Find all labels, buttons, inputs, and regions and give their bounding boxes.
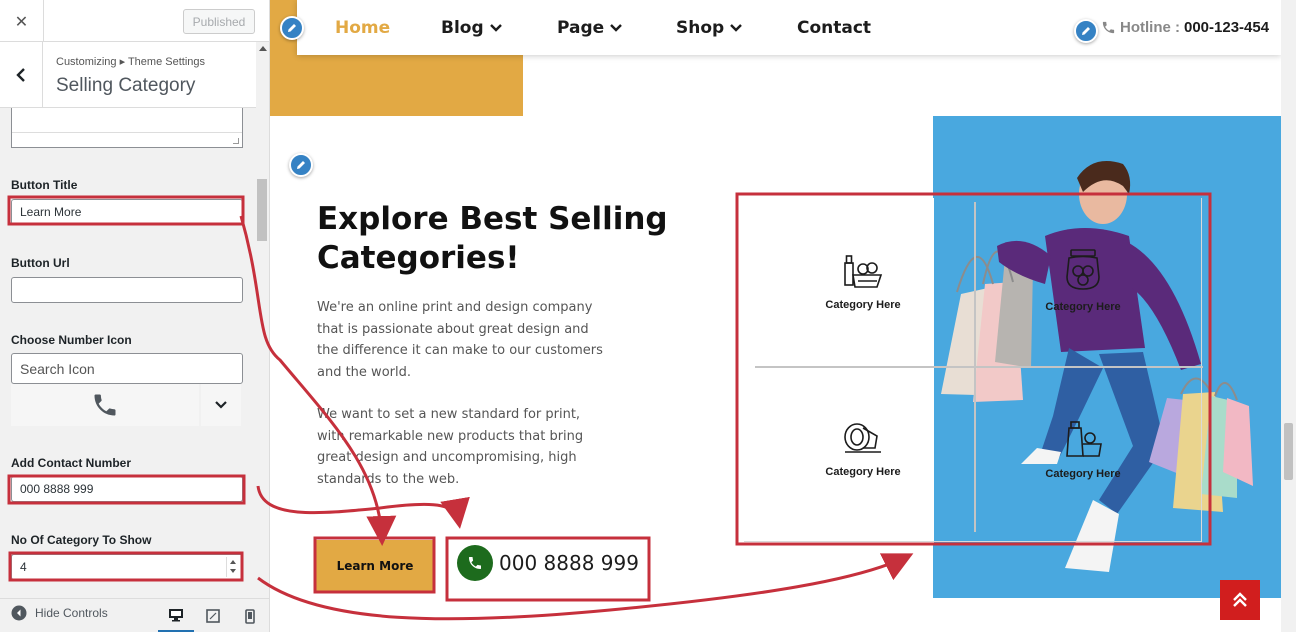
icon-search-input[interactable]: Search Icon xyxy=(11,353,243,384)
collapse-arrow-icon xyxy=(11,605,27,621)
chevron-down-icon xyxy=(489,24,502,32)
selected-icon-preview[interactable] xyxy=(11,384,199,426)
phone-icon xyxy=(1102,21,1115,34)
chevron-down-icon xyxy=(610,24,623,32)
button-title-label: Button Title xyxy=(11,178,78,192)
button-title-input[interactable]: Learn More xyxy=(11,199,243,225)
chevron-down-icon xyxy=(730,24,743,32)
mobile-icon xyxy=(245,608,255,624)
scrollbar-thumb[interactable] xyxy=(257,179,267,241)
sidebar-scrollbar[interactable] xyxy=(256,42,269,598)
section-title: Selling Category xyxy=(56,75,196,96)
category-count-input[interactable]: 4 xyxy=(11,554,243,580)
hide-controls-label: Hide Controls xyxy=(35,606,108,620)
preview-tablet-button[interactable] xyxy=(195,599,231,632)
hide-controls-button[interactable]: Hide Controls xyxy=(11,605,108,621)
grocery-basket-icon xyxy=(844,255,883,288)
section-header: Customizing ▸ Theme Settings Selling Cat… xyxy=(0,42,256,108)
customizer-footer: Hide Controls xyxy=(0,598,269,632)
contact-number-input[interactable]: 000 8888 999 xyxy=(11,476,243,502)
category-item[interactable]: Category Here xyxy=(773,251,953,311)
site-preview: Home Blog Page Shop Contact Hotline : 00… xyxy=(270,0,1281,632)
contact-number-block[interactable]: 000 8888 999 xyxy=(457,545,639,581)
hotline-label: Hotline : xyxy=(1120,19,1180,36)
category-item[interactable]: Category Here xyxy=(993,247,1173,313)
button-url-input[interactable] xyxy=(11,277,243,303)
phone-icon xyxy=(457,545,493,581)
nav-item-contact[interactable]: Contact xyxy=(797,18,871,38)
category-item[interactable]: Category Here xyxy=(993,420,1173,480)
number-icon-label: Choose Number Icon xyxy=(11,333,132,347)
edit-shortcut-pencil-icon[interactable] xyxy=(280,16,304,40)
close-customizer-button[interactable]: ✕ xyxy=(0,0,44,42)
edit-shortcut-pencil-icon[interactable] xyxy=(1074,19,1098,43)
main-navigation: Home Blog Page Shop Contact Hotline : 00… xyxy=(297,0,1281,55)
back-button[interactable] xyxy=(0,42,43,108)
breadcrumb: Customizing ▸ Theme Settings xyxy=(56,56,205,68)
preview-mobile-button[interactable] xyxy=(232,599,268,632)
nav-item-page[interactable]: Page xyxy=(557,18,623,38)
category-count-value: 4 xyxy=(20,560,27,574)
nav-item-blog[interactable]: Blog xyxy=(441,18,502,38)
tablet-icon xyxy=(206,609,220,623)
scroll-up-arrow[interactable] xyxy=(259,46,267,51)
resize-handle[interactable] xyxy=(233,138,239,144)
contact-number-text: 000 8888 999 xyxy=(499,551,639,575)
nav-item-shop[interactable]: Shop xyxy=(676,18,743,38)
section-heading: Explore Best Selling Categories! xyxy=(317,201,668,276)
phone-icon xyxy=(94,394,116,416)
bottle-icon xyxy=(1066,421,1102,457)
nav-item-home[interactable]: Home xyxy=(335,18,390,38)
icon-dropdown-toggle[interactable] xyxy=(201,384,241,426)
icon-picker xyxy=(11,384,241,426)
number-spinner[interactable] xyxy=(226,557,238,577)
category-grid-divider-horizontal xyxy=(755,366,1203,368)
published-button[interactable]: Published xyxy=(183,9,255,34)
learn-more-button[interactable]: Learn More xyxy=(316,540,434,592)
customizer-sidebar: ✕ Published Customizing ▸ Theme Settings… xyxy=(0,0,270,632)
scrollbar-thumb[interactable] xyxy=(1284,423,1293,480)
chevron-down-icon xyxy=(215,401,227,409)
contact-number-label: Add Contact Number xyxy=(11,456,131,470)
category-item[interactable]: Category Here xyxy=(773,420,953,478)
meat-icon xyxy=(844,423,881,453)
hotline[interactable]: Hotline : 000-123-454 xyxy=(1101,19,1269,36)
close-icon: ✕ xyxy=(14,11,29,31)
section-paragraph-1: We're an online print and design company… xyxy=(317,300,603,381)
description-textarea[interactable] xyxy=(11,108,243,148)
preview-desktop-button[interactable] xyxy=(158,599,194,632)
jar-icon xyxy=(1066,249,1100,290)
edit-shortcut-pencil-icon[interactable] xyxy=(289,153,313,177)
customizer-header-bar: ✕ Published xyxy=(0,0,269,42)
section-paragraph-2: We want to set a new standard for print,… xyxy=(317,407,584,488)
double-chevron-up-icon xyxy=(1233,592,1247,607)
desktop-icon xyxy=(169,608,183,621)
category-count-label: No Of Category To Show xyxy=(11,533,152,547)
preview-scrollbar[interactable] xyxy=(1281,0,1296,632)
button-url-label: Button Url xyxy=(11,256,70,270)
chevron-left-icon xyxy=(16,68,25,82)
scroll-to-top-button[interactable] xyxy=(1220,580,1260,620)
hotline-number: 000-123-454 xyxy=(1184,19,1270,36)
